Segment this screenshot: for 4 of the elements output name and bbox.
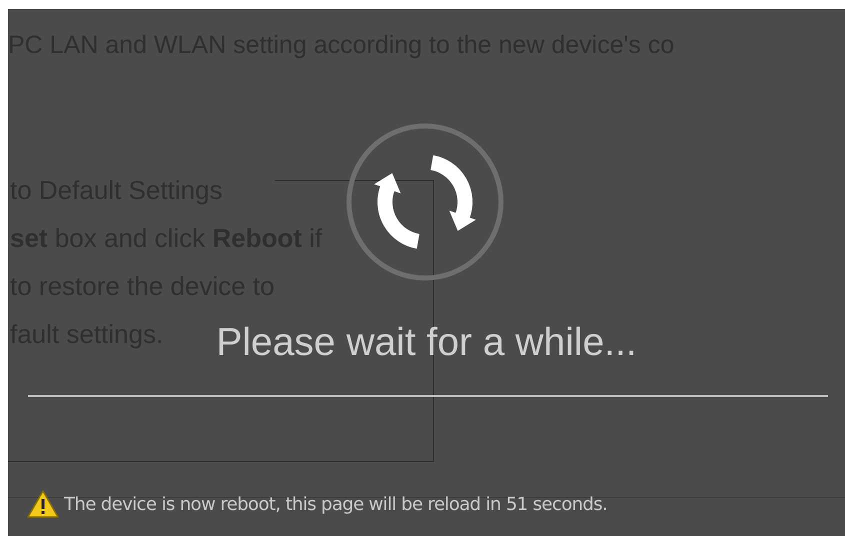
warning-icon [26,489,60,519]
wait-message: Please wait for a while... [216,321,637,365]
refresh-icon [345,122,505,282]
reboot-notice: The device is now reboot, this page will be reload in 51 seconds. [64,494,608,514]
